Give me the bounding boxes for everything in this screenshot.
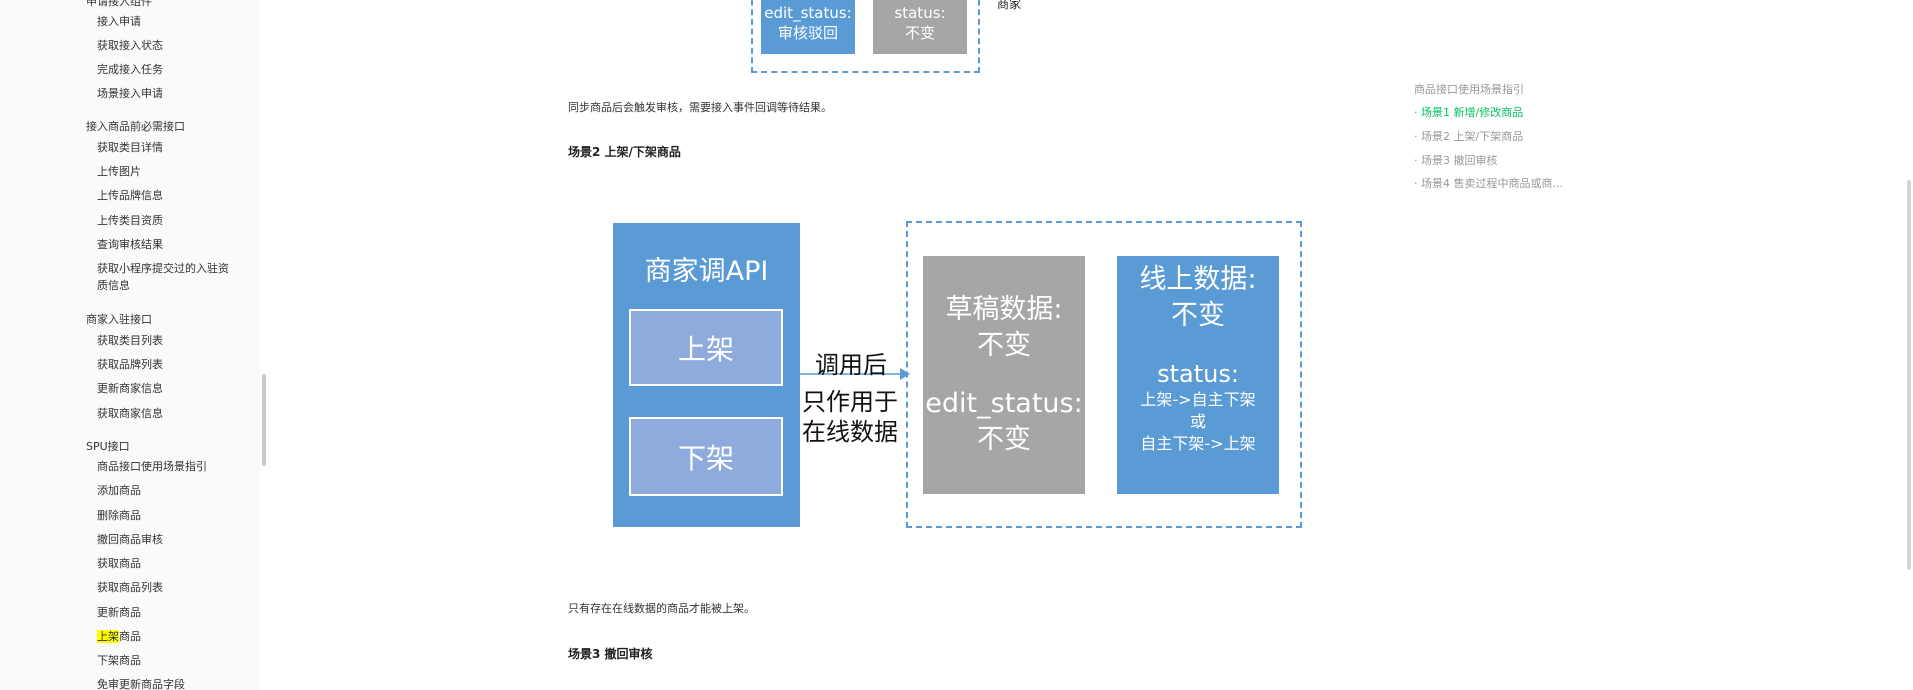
- draft-data-text: edit_status:: [925, 388, 1083, 419]
- sidebar-item[interactable]: 上传图片: [97, 163, 141, 180]
- online-data-text: 上架->自主下架: [1140, 390, 1256, 409]
- sidebar-group-title[interactable]: 申请接入组件: [86, 0, 152, 9]
- on-shelf-box: 上架: [629, 309, 783, 386]
- arrow-label: 在线数据: [802, 418, 898, 446]
- page-scrollbar[interactable]: [1907, 180, 1911, 570]
- toc-item-active[interactable]: · 场景1 新增/修改商品: [1414, 104, 1523, 120]
- sidebar-item[interactable]: 更新商家信息: [97, 380, 163, 397]
- online-data-text: 线上数据:: [1139, 264, 1257, 295]
- diagram1-text: edit_status:: [764, 3, 852, 22]
- sidebar-item[interactable]: 更新商品: [97, 604, 141, 621]
- draft-data-box: 草稿数据: 不变 edit_status: 不变: [923, 256, 1085, 494]
- paragraph: 只有存在在线数据的商品才能被上架。: [568, 602, 755, 615]
- diagram1-text: status:: [894, 3, 946, 22]
- sidebar-item[interactable]: 获取商品列表: [97, 579, 163, 596]
- sidebar-item[interactable]: 获取类目详情: [97, 139, 163, 156]
- sidebar-item[interactable]: 接入申请: [97, 13, 141, 30]
- sidebar-item[interactable]: 获取品牌列表: [97, 356, 163, 373]
- sidebar-item[interactable]: 获取小程序提交过的入驻资质信息: [97, 260, 237, 294]
- paragraph: 同步商品后会触发审核，需要接入事件回调等待结果。: [568, 101, 832, 114]
- section-heading: 场景3 撤回审核: [568, 647, 653, 661]
- api-caller-title: 商家调API: [644, 256, 769, 287]
- sidebar-item[interactable]: 下架商品: [97, 652, 141, 669]
- sidebar-item[interactable]: 获取商品: [97, 555, 141, 572]
- sidebar-item[interactable]: 完成接入任务: [97, 61, 163, 78]
- section-heading: 场景2 上架/下架商品: [568, 145, 681, 159]
- diagram1-edit-status-box: edit_status: 审核驳回: [761, 0, 855, 54]
- sidebar-group-title[interactable]: 接入商品前必需接口: [86, 118, 185, 134]
- online-data-text: 或: [1189, 412, 1206, 431]
- sidebar-item[interactable]: 获取类目列表: [97, 332, 163, 349]
- sidebar-item-label: 商品: [119, 630, 141, 643]
- arrow-label: 调用后: [815, 351, 887, 379]
- draft-data-text: 不变: [977, 330, 1031, 361]
- online-data-text: 自主下架->上架: [1140, 434, 1256, 453]
- sidebar-item[interactable]: 上传品牌信息: [97, 187, 163, 204]
- toc-item[interactable]: · 场景2 上架/下架商品: [1414, 128, 1523, 144]
- sidebar-item[interactable]: 获取商家信息: [97, 405, 163, 422]
- sidebar-group-title[interactable]: 商家入驻接口: [86, 311, 152, 327]
- online-data-box: 线上数据: 不变 status: 上架->自主下架 或 自主下架->上架: [1117, 256, 1279, 494]
- sidebar-item[interactable]: 免审更新商品字段: [97, 676, 185, 690]
- toc-item[interactable]: · 场景4 售卖过程中商品或商...: [1414, 175, 1563, 191]
- toc-item[interactable]: · 场景3 撤回审核: [1414, 152, 1498, 168]
- diagram1-side-label: 商家: [997, 0, 1022, 11]
- online-data-text: 不变: [1171, 300, 1225, 331]
- sidebar-item[interactable]: 删除商品: [97, 507, 141, 524]
- sidebar-item[interactable]: 场景接入申请: [97, 85, 163, 102]
- diagram1-text: 不变: [904, 23, 935, 42]
- sidebar-item-active[interactable]: 上架商品: [97, 628, 141, 645]
- draft-data-text: 草稿数据:: [945, 294, 1063, 325]
- sidebar-item[interactable]: 商品接口使用场景指引: [97, 458, 207, 475]
- sidebar-item[interactable]: 查询审核结果: [97, 236, 163, 253]
- sidebar-item[interactable]: 添加商品: [97, 482, 141, 499]
- sidebar-item[interactable]: 上传类目资质: [97, 212, 163, 229]
- search-highlight: 上架: [97, 630, 119, 643]
- sidebar-item[interactable]: 撤回商品审核: [97, 531, 163, 548]
- sidebar-nav: 申请接入组件 接入申请 获取接入状态 完成接入任务 场景接入申请 接入商品前必需…: [0, 0, 260, 690]
- draft-data-text: 不变: [977, 424, 1031, 455]
- sidebar-scrollbar[interactable]: [262, 374, 266, 466]
- sidebar-group-title[interactable]: SPU接口: [86, 438, 130, 454]
- sidebar-item[interactable]: 获取接入状态: [97, 37, 163, 54]
- online-data-text: status:: [1157, 360, 1239, 388]
- diagram1-status-box: status: 不变: [873, 0, 967, 54]
- toc-title[interactable]: 商品接口使用场景指引: [1414, 81, 1524, 97]
- off-shelf-box: 下架: [629, 417, 783, 496]
- diagram1-text: 审核驳回: [777, 23, 838, 42]
